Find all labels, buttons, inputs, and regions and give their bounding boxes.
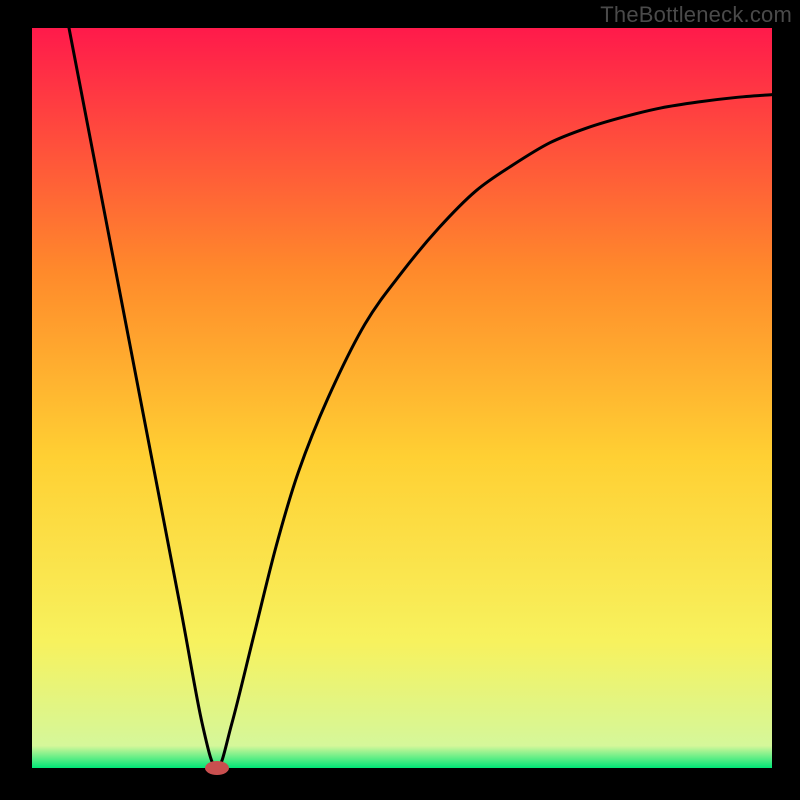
bottleneck-chart [0,0,800,800]
plot-background [32,28,772,768]
chart-outer-frame: TheBottleneck.com [0,0,800,800]
optimal-point-marker [205,761,229,775]
watermark-text: TheBottleneck.com [600,2,792,28]
